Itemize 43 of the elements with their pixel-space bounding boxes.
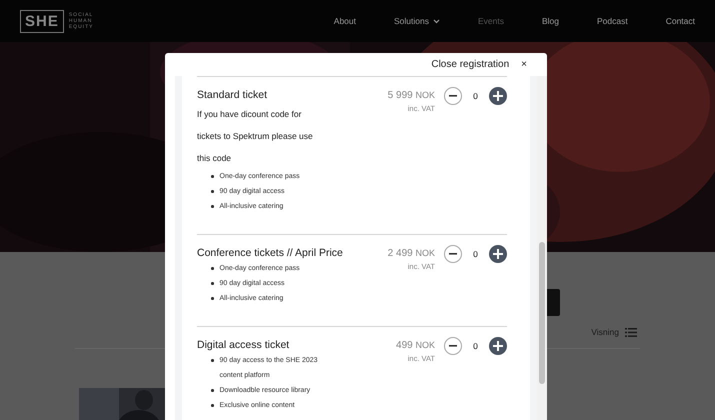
minus-icon (449, 253, 457, 255)
ticket-price: 5 999 NOK (388, 89, 435, 103)
nav-link[interactable]: Podcast (596, 16, 628, 26)
close-registration-label[interactable]: Close registration (431, 59, 510, 70)
increase-button[interactable] (489, 87, 507, 105)
bullet-icon (211, 359, 214, 362)
ticket-price: 499 NOK (396, 339, 435, 353)
decrease-button[interactable] (444, 87, 462, 105)
quantity-value: 0 (472, 90, 479, 103)
bullet-icon (211, 389, 214, 392)
bullet-icon (211, 205, 214, 208)
bullet-icon (211, 297, 214, 300)
ticket-price: 2 499 NOK (388, 247, 435, 261)
nav-link[interactable]: Blog (542, 16, 559, 26)
bullet-icon (211, 190, 214, 192)
close-button[interactable]: × (521, 59, 527, 70)
view-label: Visning (591, 327, 619, 337)
ticket-name: Standard ticket (197, 88, 268, 103)
minus-icon (449, 95, 457, 97)
minus-icon (449, 345, 457, 347)
quantity-value: 0 (472, 340, 479, 353)
plus-icon (493, 91, 503, 101)
chevron-down-icon (432, 18, 440, 24)
scrollbar[interactable] (537, 76, 547, 420)
decrease-button[interactable] (444, 337, 462, 355)
logo[interactable]: SHE (20, 10, 64, 32)
bullet-icon (211, 175, 214, 178)
ticket-name: Conference tickets // April Price (197, 246, 344, 261)
nav-link[interactable]: Solutions (394, 16, 440, 26)
bullet-icon (211, 282, 214, 284)
bullet-icon (211, 267, 214, 270)
decrease-button[interactable] (444, 245, 462, 263)
ticket-description: If you have dicount code for tickets to Spektrum please use this code (197, 108, 314, 165)
plus-icon (493, 249, 503, 259)
bullet-icon (211, 404, 214, 406)
nav-link[interactable]: About (334, 16, 356, 26)
nav-link[interactable]: Contact (666, 16, 695, 26)
plus-icon (493, 341, 503, 351)
list-icon[interactable] (625, 328, 637, 336)
ticket-name: Digital access ticket (197, 338, 290, 353)
quantity-value: 0 (472, 248, 479, 261)
increase-button[interactable] (489, 337, 507, 355)
increase-button[interactable] (489, 245, 507, 263)
